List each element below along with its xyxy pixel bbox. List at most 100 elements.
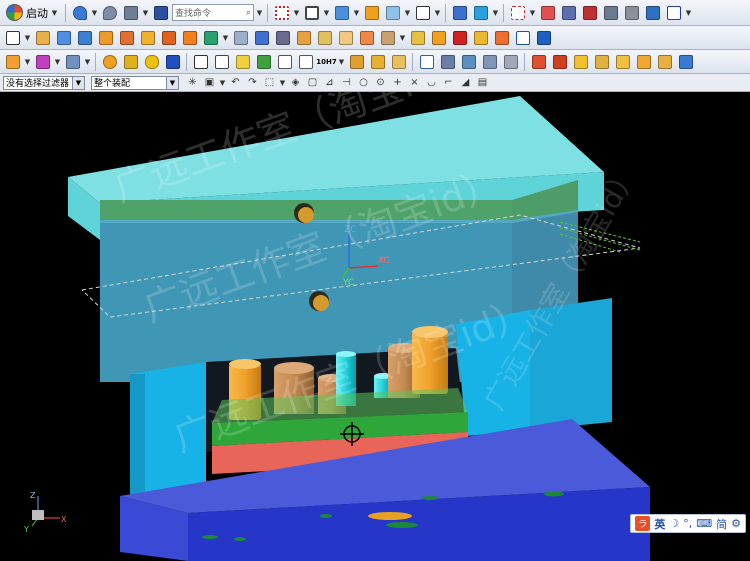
command-finder-button[interactable] [151, 3, 170, 22]
edge-display-button[interactable] [362, 3, 381, 22]
selection-scope-select[interactable]: 整个装配 ▼ [91, 75, 179, 90]
lifter-button[interactable] [480, 52, 499, 71]
chevron-down-icon[interactable]: ▼ [529, 9, 536, 17]
chevron-down-icon[interactable]: ▼ [219, 79, 226, 87]
chevron-down-icon[interactable]: ▼ [323, 9, 330, 17]
transform-button[interactable] [121, 3, 140, 22]
pocket-tool-button[interactable] [529, 52, 548, 71]
snap-center-icon[interactable]: ⊙ [373, 75, 388, 90]
sketch-button[interactable] [538, 3, 557, 22]
dimension-button[interactable] [254, 52, 273, 71]
trim-tool-button[interactable] [634, 52, 653, 71]
thread-button[interactable] [378, 28, 397, 47]
select-all-icon[interactable]: ▣ [202, 75, 217, 90]
chevron-down-icon[interactable]: ▼ [142, 9, 149, 17]
wave-button[interactable] [676, 52, 695, 71]
keyboard-icon[interactable]: ⌨ [696, 517, 712, 530]
chevron-down-icon[interactable]: ▼ [24, 58, 31, 66]
boss-button[interactable] [117, 28, 136, 47]
moon-icon[interactable]: ☽ [669, 517, 679, 530]
note-button[interactable] [233, 52, 252, 71]
fit-view-button[interactable] [272, 3, 291, 22]
blend-button[interactable] [315, 28, 334, 47]
pen-button[interactable] [163, 52, 182, 71]
render-style-button[interactable] [332, 3, 351, 22]
undo-select-icon[interactable]: ↶ [228, 75, 243, 90]
sphere-button[interactable] [100, 52, 119, 71]
datum-button[interactable] [508, 3, 527, 22]
gear-icon[interactable]: ⚙ [731, 517, 741, 530]
pad-button[interactable] [159, 28, 178, 47]
redo-select-icon[interactable]: ↷ [245, 75, 260, 90]
ime-status-bar[interactable]: ラ 英 ☽ °, ⌨ 简 ⚙ [630, 514, 746, 533]
chevron-down-icon[interactable]: ▼ [54, 58, 61, 66]
undo-button[interactable] [70, 3, 89, 22]
table-button[interactable] [212, 52, 231, 71]
face-icon[interactable]: ▢ [305, 75, 320, 90]
hidden-edge-button[interactable] [383, 3, 402, 22]
ejector-button[interactable] [389, 52, 408, 71]
view-manager-button[interactable] [613, 52, 632, 71]
chevron-down-icon[interactable]: ▼ [279, 79, 286, 87]
pin-button[interactable] [368, 52, 387, 71]
layer-button[interactable] [471, 3, 490, 22]
explode-button[interactable] [622, 3, 641, 22]
image-button[interactable] [275, 52, 294, 71]
hole-table-button[interactable] [592, 52, 611, 71]
command-search-input[interactable]: 查找命令 ⌕ [172, 4, 254, 21]
move-button[interactable] [580, 3, 599, 22]
clearance-button[interactable] [643, 3, 662, 22]
chevron-down-icon[interactable]: ▼ [91, 9, 98, 17]
fastener-button[interactable] [347, 52, 366, 71]
extrude-button[interactable] [54, 28, 73, 47]
cooling-button[interactable] [417, 52, 436, 71]
pattern-button[interactable] [180, 28, 199, 47]
snap-arc-icon[interactable]: ◡ [424, 75, 439, 90]
chevron-down-icon[interactable]: ▼ [222, 34, 229, 42]
mold-cs-button[interactable] [429, 28, 448, 47]
drawing-button[interactable] [571, 52, 590, 71]
start-menu-button[interactable]: 启动 ▼ [3, 3, 61, 23]
ime-simplified-toggle[interactable]: 简 [716, 516, 727, 532]
shrink-button[interactable] [450, 28, 469, 47]
chevron-down-icon[interactable]: ▼ [353, 9, 360, 17]
unite-button[interactable] [201, 28, 220, 47]
chevron-down-icon[interactable]: ▼ [404, 9, 411, 17]
pocket-button[interactable] [138, 28, 157, 47]
background-button[interactable] [413, 3, 432, 22]
snap-mid-icon[interactable]: ⊣ [339, 75, 354, 90]
insert-button[interactable] [501, 52, 520, 71]
chevron-down-icon[interactable]: ▼ [492, 9, 499, 17]
graphics-viewport[interactable]: ZC XC YC 广远工作室（淘宝id） 广远工作室（淘宝id） 广远工作室（淘… [0, 92, 750, 561]
triangle-button[interactable] [191, 52, 210, 71]
draft-button[interactable] [357, 28, 376, 47]
punctuation-icon[interactable]: °, [683, 517, 692, 530]
rectangle-button[interactable] [3, 28, 22, 47]
snap-quadrant-icon[interactable]: + [390, 75, 405, 90]
chevron-down-icon[interactable]: ▼ [84, 58, 91, 66]
parting-button[interactable] [513, 28, 532, 47]
rectangle-select-icon[interactable]: ⬚ [262, 75, 277, 90]
chevron-down-icon[interactable]: ▼ [685, 9, 692, 17]
chevron-down-icon[interactable]: ▼ [256, 9, 263, 17]
snap-tangent-icon[interactable]: ⌐ [441, 75, 456, 90]
cone-button[interactable] [121, 52, 140, 71]
cylinder-button[interactable] [142, 52, 161, 71]
slider-button[interactable] [459, 52, 478, 71]
trim-body-button[interactable] [273, 28, 292, 47]
chevron-down-icon[interactable]: ▼ [24, 34, 31, 42]
measure-distance-button[interactable] [664, 3, 683, 22]
assembly-button[interactable] [559, 3, 578, 22]
redo-button[interactable] [100, 3, 119, 22]
cavity-button[interactable] [655, 52, 674, 71]
snap-intersect-icon[interactable]: × [407, 75, 422, 90]
wcs-button[interactable] [450, 3, 469, 22]
mirror-button[interactable] [63, 52, 82, 71]
split-body-button[interactable] [294, 28, 313, 47]
hole-button[interactable] [96, 28, 115, 47]
measure-button[interactable]: 10H7 [316, 52, 336, 71]
mold-base-button[interactable] [534, 28, 553, 47]
chevron-down-icon[interactable]: ▼ [434, 9, 441, 17]
offset-face-button[interactable] [252, 28, 271, 47]
add-component-button[interactable] [33, 52, 52, 71]
